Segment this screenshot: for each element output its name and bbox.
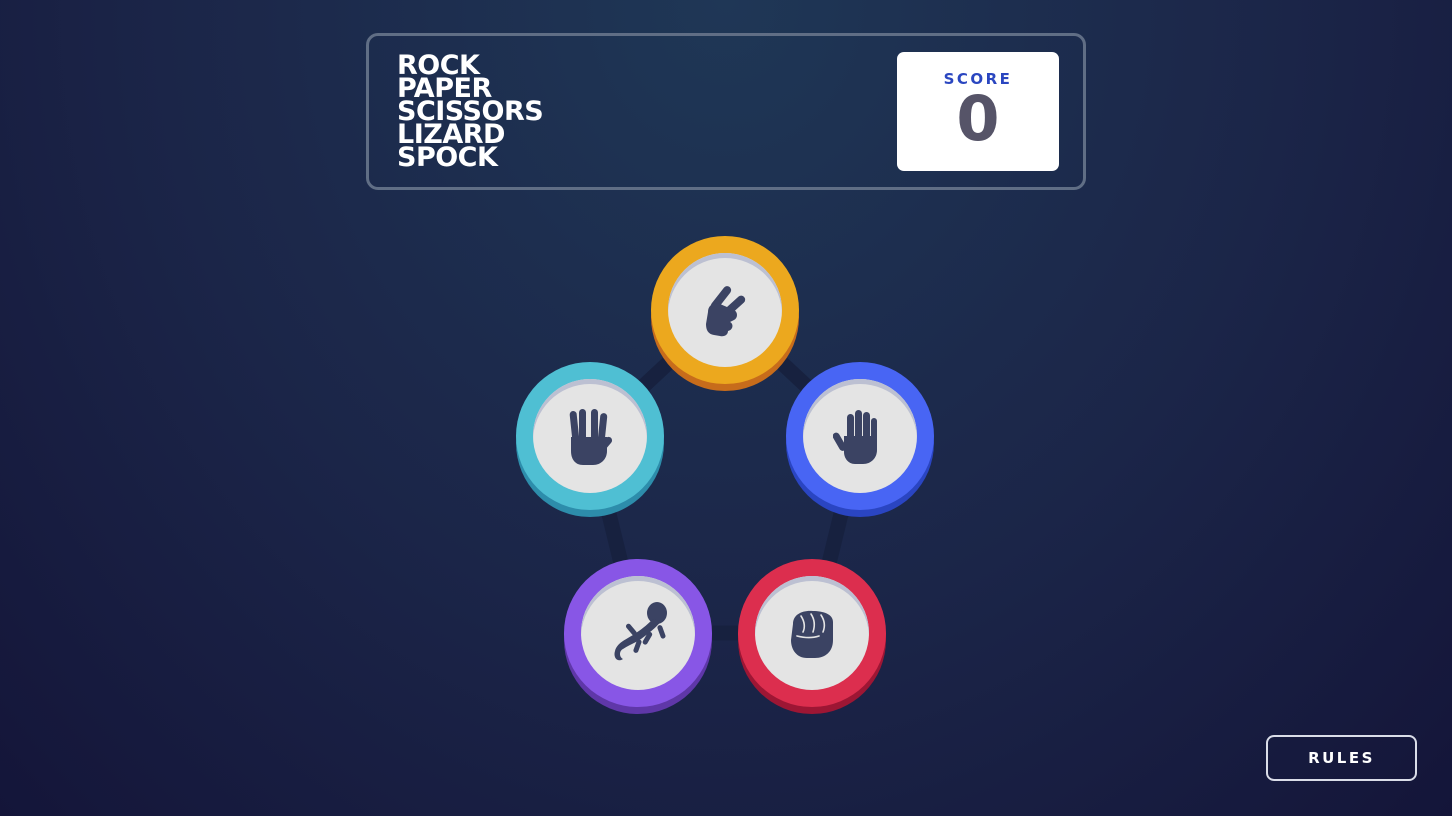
choice-spock[interactable] xyxy=(516,362,664,510)
choice-lizard[interactable] xyxy=(564,559,712,707)
choice-lizard-face xyxy=(581,576,695,690)
rock-fist-icon xyxy=(791,610,833,658)
choice-scissors[interactable] xyxy=(651,236,799,384)
lizard-icon xyxy=(614,602,667,661)
pentagon-outline xyxy=(582,302,868,641)
rules-button[interactable]: RULES xyxy=(1266,735,1417,781)
game-board xyxy=(0,0,1452,816)
choice-spock-face xyxy=(533,379,647,493)
scissors-hand-icon xyxy=(706,286,746,337)
paper-hand-icon xyxy=(833,410,877,464)
choice-rock-face xyxy=(755,576,869,690)
choice-scissors-face xyxy=(668,253,782,367)
spock-hand-icon xyxy=(569,409,613,465)
choice-paper-face xyxy=(803,379,917,493)
choice-rock[interactable] xyxy=(738,559,886,707)
choice-paper[interactable] xyxy=(786,362,934,510)
